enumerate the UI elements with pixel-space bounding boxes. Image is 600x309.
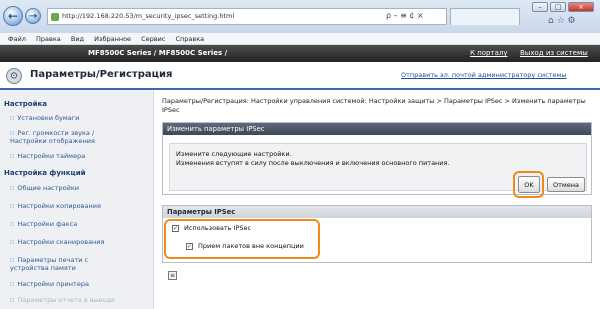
sidebar-item-scan[interactable]: Настройки сканирования: [10, 238, 140, 246]
menu-view[interactable]: Вид: [71, 35, 84, 43]
panel-title: Изменить параметры IPSec: [163, 123, 591, 135]
browser-chrome: ← → http://192.168.220.53/m_security_ips…: [0, 0, 600, 33]
menu-tools[interactable]: Сервис: [141, 35, 165, 43]
sidebar-item-paper[interactable]: Установки бумаги: [10, 114, 140, 122]
minimize-button[interactable]: –: [532, 2, 548, 12]
sidebar-section-functions: Настройка функций: [4, 169, 86, 177]
portal-link[interactable]: К порталу: [470, 45, 507, 62]
breadcrumb: Параметры/Регистрация: Настройки управле…: [162, 97, 586, 114]
accept-packets-checkbox[interactable]: ✓: [186, 243, 193, 250]
menu-help[interactable]: Справка: [176, 35, 205, 43]
page-title: Параметры/Регистрация: [30, 69, 173, 80]
menu-file[interactable]: Файл: [8, 35, 26, 43]
menu-edit[interactable]: Правка: [36, 35, 61, 43]
sidebar-item-printer[interactable]: Настройки принтера: [10, 280, 140, 288]
sidebar-item-volume-display[interactable]: Рег. громкости звука / Настройки отображ…: [10, 129, 128, 145]
site-icon: [51, 13, 59, 21]
maximize-button[interactable]: □: [550, 2, 566, 12]
browser-tab[interactable]: [450, 8, 520, 25]
use-ipsec-checkbox[interactable]: ✓: [172, 225, 179, 232]
ok-button[interactable]: OK: [518, 176, 540, 193]
settings-gear-icon: ⚙: [6, 68, 22, 84]
close-window-button[interactable]: ×: [568, 2, 594, 12]
menu-bar: Файл Правка Вид Избранное Сервис Справка: [0, 33, 600, 45]
sidebar-item-fax[interactable]: Настройки факса: [10, 220, 140, 228]
logout-link[interactable]: Выход из системы: [520, 45, 588, 62]
sidebar-section-settings: Настройка: [4, 100, 47, 108]
toolbar-icons[interactable]: ⌂ ☆ ⚙: [548, 16, 596, 26]
title-row: ⚙ Параметры/Регистрация Отправить эл. по…: [0, 62, 600, 90]
app-header-bar: MF8500C Series / MF8500C Series / К порт…: [0, 45, 600, 62]
device-name: MF8500C Series / MF8500C Series /: [88, 49, 228, 57]
sidebar-item-timer[interactable]: Настройки таймера: [10, 152, 140, 160]
instruction-line-2: Изменения вступят в силу после выключени…: [176, 159, 450, 167]
back-arrow-icon: ←: [7, 9, 19, 23]
accept-packets-label: Прием пакетов вне концепции: [198, 242, 304, 250]
sidebar-item-copy[interactable]: Настройки копирования: [10, 202, 140, 210]
sidebar: Настройка Установки бумаги Рег. громкост…: [0, 90, 154, 309]
forward-arrow-icon: →: [28, 11, 38, 22]
sidebar-item-general[interactable]: Общие настройки: [10, 184, 140, 192]
address-tools[interactable]: ρ – ≡ ¢ ×: [386, 8, 446, 25]
menu-favorites[interactable]: Избранное: [94, 35, 131, 43]
section-title: Параметры IPSec: [163, 206, 591, 218]
sidebar-item-report[interactable]: Параметры отчета в выводе: [10, 296, 150, 304]
use-ipsec-label: Использовать IPSec: [184, 224, 252, 232]
page-top-icon[interactable]: ≡: [168, 271, 177, 280]
sidebar-item-memory-print[interactable]: Параметры печати с устройства памяти: [10, 256, 110, 272]
address-text: http://192.168.220.53/m_security_ipsec_s…: [62, 12, 235, 20]
forward-button[interactable]: →: [25, 8, 41, 24]
mail-admin-link[interactable]: Отправить эл. почтой администратору сист…: [401, 71, 567, 79]
back-button[interactable]: ←: [3, 6, 23, 26]
instruction-line-1: Измените следующие настройки.: [176, 150, 292, 158]
cancel-button[interactable]: Отмена: [547, 177, 585, 192]
